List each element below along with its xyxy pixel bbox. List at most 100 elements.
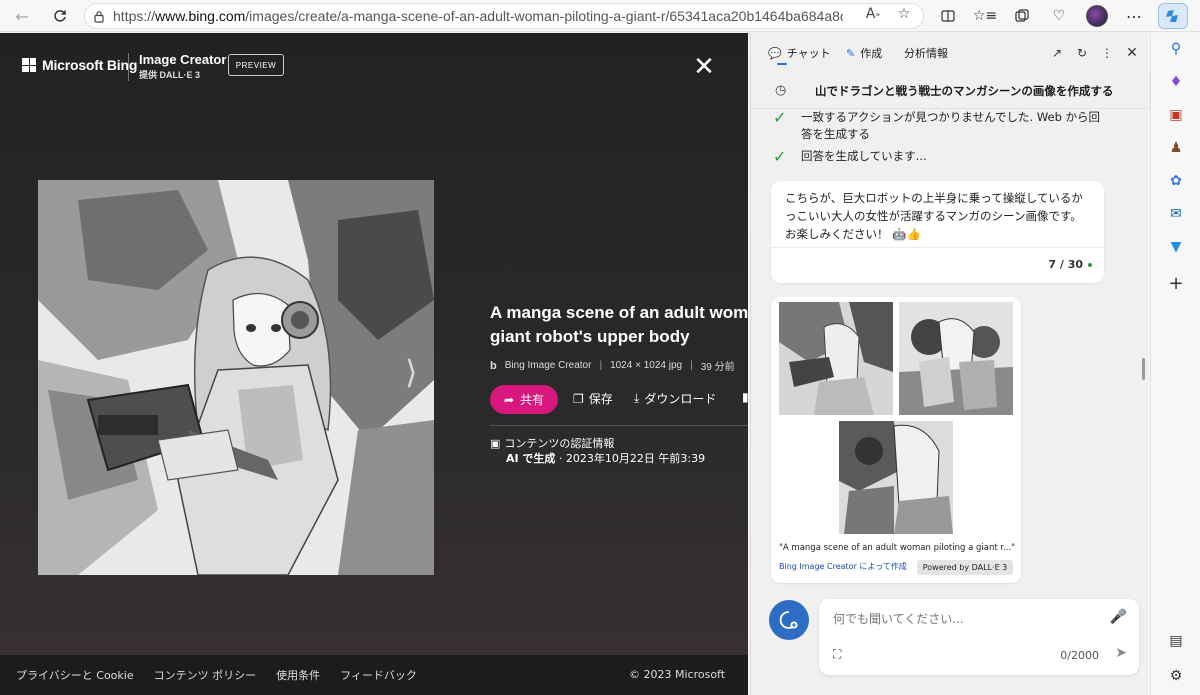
result-thumbnail[interactable] [899, 302, 1013, 415]
browser-toolbar: ← https://www.bing.com/images/create/a-m… [0, 0, 1200, 32]
image-title-line2: giant robot's upper body [490, 327, 690, 346]
result-thumbnail[interactable] [779, 302, 893, 415]
address-bar[interactable]: https://www.bing.com/images/create/a-man… [84, 3, 924, 29]
message-line: お楽しみください！ 🤖👍 [785, 227, 921, 241]
microsoft-bing-logo[interactable]: Microsoft Bing [22, 57, 137, 73]
download-label: ダウンロード [644, 392, 717, 406]
active-tab-indicator [777, 63, 787, 65]
refresh-icon[interactable] [48, 4, 72, 28]
ai-generated-date: · 2023年10月22日 午前3:39 [555, 452, 706, 465]
progress-step: ✓ 回答を生成しています... [773, 148, 927, 165]
powered-by-badge: Powered by DALL·E 3 [917, 560, 1013, 575]
share-button[interactable]: ➦ 共有 [490, 385, 558, 414]
search-icon[interactable]: ⚲ [1166, 39, 1186, 59]
image-creator-page: Microsoft Bing Image Creator 提供 DALL·E 3… [0, 33, 748, 695]
chat-icon: 💬 [768, 46, 782, 60]
message-divider [771, 247, 1104, 248]
more-icon[interactable]: ⋯ [1122, 4, 1146, 28]
profile-avatar[interactable] [1086, 5, 1108, 27]
save-button[interactable]: ❐ 保存 [573, 390, 613, 407]
footer-link-content-policy[interactable]: コンテンツ ポリシー [154, 667, 257, 683]
add-icon[interactable]: + [1166, 273, 1186, 294]
collections-icon[interactable] [1010, 4, 1034, 28]
message-line: っこいい大人の女性が活躍するマンガのシーン画像です。 [785, 209, 1082, 223]
games-icon[interactable]: ♟ [1166, 138, 1186, 158]
footer-link-privacy[interactable]: プライバシーと Cookie [16, 667, 134, 683]
copilot-icon[interactable] [1158, 3, 1188, 29]
drop-icon[interactable]: ▼ [1166, 237, 1186, 257]
hide-sidebar-icon[interactable]: ▤ [1166, 631, 1186, 651]
refresh-chat-icon[interactable]: ↻ [1074, 45, 1090, 61]
content-credentials-link[interactable]: ▣ コンテンツの認証情報 [490, 435, 614, 451]
microsoft-365-icon[interactable]: ✿ [1166, 171, 1186, 191]
creator-link[interactable]: Bing Image Creator によって作成 [779, 561, 907, 572]
generated-image[interactable] [38, 180, 434, 575]
favorites-icon[interactable]: ☆≡ [973, 4, 997, 28]
close-icon[interactable]: ✕ [690, 52, 718, 82]
back-icon[interactable]: ← [10, 4, 34, 28]
new-topic-button[interactable] [769, 600, 809, 640]
assistant-message-text: こちらが、巨大ロボットの上半身に乗って操縦しているか っこいい大人の女性が活躍す… [785, 189, 1095, 243]
download-button[interactable]: ⤓ ダウンロード [634, 390, 716, 407]
favorite-star-icon[interactable]: ☆ [893, 3, 915, 25]
tab-chat[interactable]: 💬 チャット [768, 45, 831, 61]
tab-compose-label: 作成 [860, 47, 883, 60]
history-icon[interactable]: ◷ [775, 83, 786, 98]
tab-compose[interactable]: ✎ 作成 [846, 45, 882, 61]
step-text: 回答を生成しています... [801, 149, 927, 163]
image-title: A manga scene of an adult woman giant ro… [490, 301, 748, 349]
tab-insights-label: 分析情報 [904, 47, 948, 60]
microsoft-logo-icon [22, 58, 36, 72]
microphone-icon[interactable]: 🎤 [1110, 609, 1127, 625]
browser-essentials-icon[interactable]: ♡ [1047, 4, 1071, 28]
footer-link-terms[interactable]: 使用条件 [276, 667, 320, 683]
footer-link-feedback[interactable]: フィードバック [340, 667, 417, 683]
settings-gear-icon[interactable]: ⚙ [1166, 666, 1186, 686]
conversation-header: ◷ 山でドラゴンと戦う戦士のマンガシーンの画像を作成する [751, 73, 1150, 109]
image-results-card: "A manga scene of an adult woman pilotin… [771, 297, 1021, 583]
save-icon: ❐ [573, 391, 584, 406]
more-options-icon[interactable]: ⋮ [1099, 45, 1115, 61]
preview-badge: PREVIEW [228, 54, 284, 76]
image-input-icon[interactable]: ⛶ [833, 647, 841, 662]
meta-time: 39 分前 [700, 362, 735, 373]
tools-icon[interactable]: ▣ [1166, 105, 1186, 125]
url-text: https://www.bing.com/images/create/a-man… [113, 8, 843, 24]
shopping-tag-icon[interactable]: ♦ [1166, 72, 1186, 92]
chat-scrollbar[interactable] [1142, 358, 1145, 380]
turn-counter-text: 7 / 30 [1048, 258, 1083, 271]
page-footer: プライバシーと Cookie コンテンツ ポリシー 使用条件 フィードバック ©… [0, 655, 748, 695]
meta-source: Bing Image Creator [504, 360, 592, 371]
image-title-line1: A manga scene of an adult woman [490, 303, 748, 322]
outlook-icon[interactable]: ✉ [1166, 204, 1186, 224]
copilot-sidebar: 💬 チャット ✎ 作成 分析情報 ↗ ↻ ⋮ ✕ ◷ 山でドラゴンと戦う戦士のマ… [750, 33, 1150, 695]
read-aloud-icon[interactable]: A» [862, 3, 884, 25]
logo-divider [128, 53, 129, 81]
tab-insights[interactable]: 分析情報 [904, 45, 948, 61]
result-thumbnail[interactable] [839, 421, 953, 534]
download-icon: ⤓ [634, 391, 640, 405]
edge-sidebar-rail: ⚲ ♦ ▣ ♟ ✿ ✉ ▼ + ▤ ⚙ [1150, 33, 1200, 695]
share-label: 共有 [520, 393, 545, 407]
product-subtitle: 提供 DALL·E 3 [139, 70, 201, 80]
chat-input[interactable] [833, 612, 1093, 626]
assistant-message: こちらが、巨大ロボットの上半身に乗って操縦しているか っこいい大人の女性が活躍す… [771, 181, 1104, 283]
open-in-new-icon[interactable]: ↗ [1049, 45, 1065, 61]
save-label: 保存 [588, 392, 613, 406]
share-icon: ➦ [503, 392, 515, 407]
tab-chat-label: チャット [786, 47, 831, 60]
conversation-title: 山でドラゴンと戦う戦士のマンガシーンの画像を作成する [815, 84, 1114, 98]
feedback-icon[interactable]: ▮ [742, 390, 748, 404]
new-topic-icon [779, 611, 798, 629]
actions-divider [490, 425, 748, 426]
next-image-chevron-icon[interactable]: ⟩ [405, 353, 417, 391]
image-caption: "A manga scene of an adult woman pilotin… [779, 543, 1016, 553]
progress-step: ✓ 一致するアクションが見つかりませんでした. Web から回 答を生成する [773, 109, 1100, 143]
send-icon[interactable]: ➤ [1115, 645, 1127, 661]
split-screen-icon[interactable] [936, 4, 960, 28]
compose-icon: ✎ [846, 46, 856, 60]
credentials-icon: ▣ [490, 436, 501, 450]
step-text: 一致するアクションが見つかりませんでした. Web から回 [801, 110, 1101, 124]
close-sidebar-icon[interactable]: ✕ [1124, 45, 1140, 61]
lock-icon[interactable] [85, 10, 113, 23]
